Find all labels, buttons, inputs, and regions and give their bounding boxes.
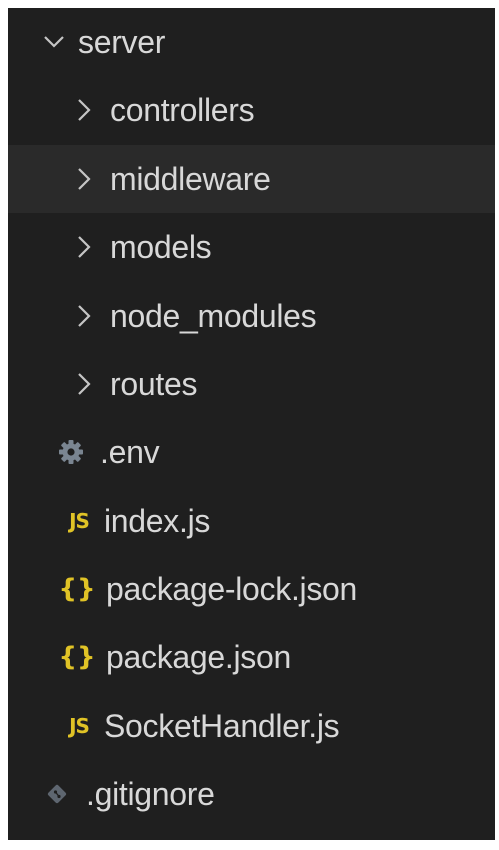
chevron-right-icon [72,300,96,332]
javascript-file-icon: JS [69,714,90,738]
file-package-json[interactable]: {} package.json [8,623,495,691]
folder-models[interactable]: models [8,213,495,281]
file-label: .gitignore [86,775,215,812]
json-file-icon: {} [58,574,96,604]
folder-server[interactable]: server [8,8,495,76]
folder-label: node_modules [110,297,317,334]
folder-label: controllers [110,91,255,128]
file-label: SocketHandler.js [104,707,340,744]
chevron-right-icon [72,368,96,400]
folder-node-modules[interactable]: node_modules [8,282,495,350]
folder-middleware[interactable]: middleware [8,145,495,213]
file-sockethandler-js[interactable]: JS SocketHandler.js [8,692,495,760]
json-file-icon: {} [58,642,96,672]
gear-icon [56,439,86,465]
file-env[interactable]: .env [8,418,495,486]
file-package-lock-json[interactable]: {} package-lock.json [8,555,495,623]
file-label: package.json [106,638,291,675]
folder-label: models [110,228,212,265]
chevron-right-icon [72,163,96,195]
chevron-down-icon [42,26,66,58]
folder-label: server [78,23,166,60]
javascript-file-icon: JS [69,509,90,533]
folder-label: routes [110,365,198,402]
folder-routes[interactable]: routes [8,350,495,418]
file-label: index.js [104,502,211,539]
folder-label: middleware [110,160,271,197]
file-index-js[interactable]: JS index.js [8,487,495,555]
chevron-right-icon [72,94,96,126]
folder-controllers[interactable]: controllers [8,76,495,144]
chevron-right-icon [72,231,96,263]
git-file-icon [42,782,72,806]
file-label: .env [100,433,160,470]
file-label: package-lock.json [106,570,358,607]
file-gitignore[interactable]: .gitignore [8,760,495,828]
file-explorer: server controllers middleware models nod… [8,8,495,840]
